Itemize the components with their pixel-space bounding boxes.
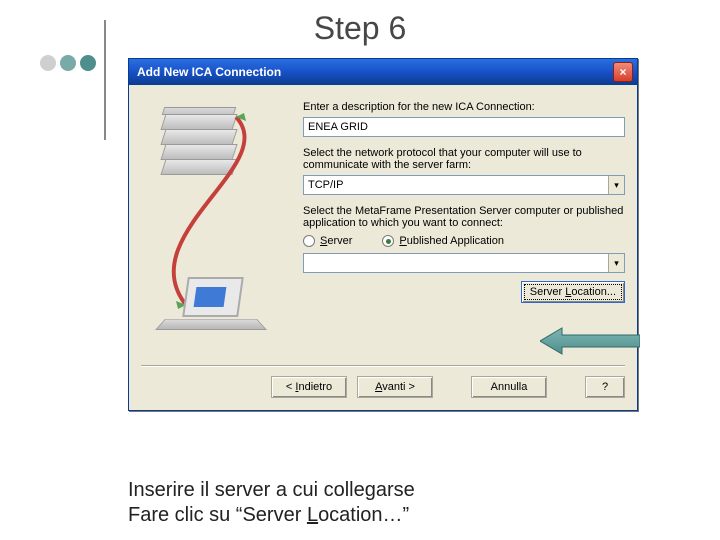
dialog-button-row: < Indietro Avanti > Annulla ?	[129, 366, 637, 410]
server-location-button[interactable]: Server Location...	[521, 281, 625, 303]
radio-pubapp-label: Published Application	[399, 235, 504, 247]
back-button[interactable]: < Indietro	[271, 376, 347, 398]
protocol-combobox[interactable]: TCP/IP ▾	[303, 175, 625, 195]
slide-divider	[104, 20, 106, 140]
close-icon: ×	[619, 65, 626, 79]
chevron-down-icon: ▾	[608, 254, 624, 272]
chevron-down-icon: ▾	[608, 176, 624, 194]
protocol-label: Select the network protocol that your co…	[303, 147, 625, 171]
dialog-title: Add New ICA Connection	[137, 65, 281, 79]
help-button[interactable]: ?	[585, 376, 625, 398]
radio-server-label: Server	[320, 235, 352, 247]
caption-line-2: Fare clic su “Server Location…”	[128, 503, 415, 528]
dialog-fields: Enter a description for the new ICA Conn…	[303, 97, 625, 357]
description-label: Enter a description for the new ICA Conn…	[303, 101, 625, 113]
bullet-dot	[60, 55, 76, 71]
close-button[interactable]: ×	[613, 62, 633, 82]
wizard-illustration	[141, 97, 291, 357]
description-input[interactable]	[303, 117, 625, 137]
radio-server[interactable]: Server	[303, 235, 352, 247]
target-combobox[interactable]: ▾	[303, 253, 625, 273]
bullet-dot	[40, 55, 56, 71]
next-label: Avanti >	[375, 381, 415, 393]
bullet-dot	[80, 55, 96, 71]
radio-published-application[interactable]: Published Application	[382, 235, 504, 247]
protocol-value: TCP/IP	[304, 179, 608, 191]
dialog-add-ica-connection: Add New ICA Connection ×	[128, 58, 638, 411]
titlebar[interactable]: Add New ICA Connection ×	[129, 59, 637, 85]
server-location-label: Server Location...	[530, 286, 616, 298]
slide-bullets	[40, 55, 96, 71]
next-button[interactable]: Avanti >	[357, 376, 433, 398]
cancel-button[interactable]: Annulla	[471, 376, 547, 398]
server-stack-icon	[163, 107, 235, 174]
caption-line-1: Inserire il server a cui collegarse	[128, 478, 415, 503]
back-label: < Indietro	[286, 381, 332, 393]
radio-icon	[382, 235, 394, 247]
target-label: Select the MetaFrame Presentation Server…	[303, 205, 625, 229]
slide-title: Step 6	[0, 10, 720, 47]
laptop-icon	[165, 277, 257, 333]
radio-icon	[303, 235, 315, 247]
slide-caption: Inserire il server a cui collegarse Fare…	[128, 478, 415, 528]
